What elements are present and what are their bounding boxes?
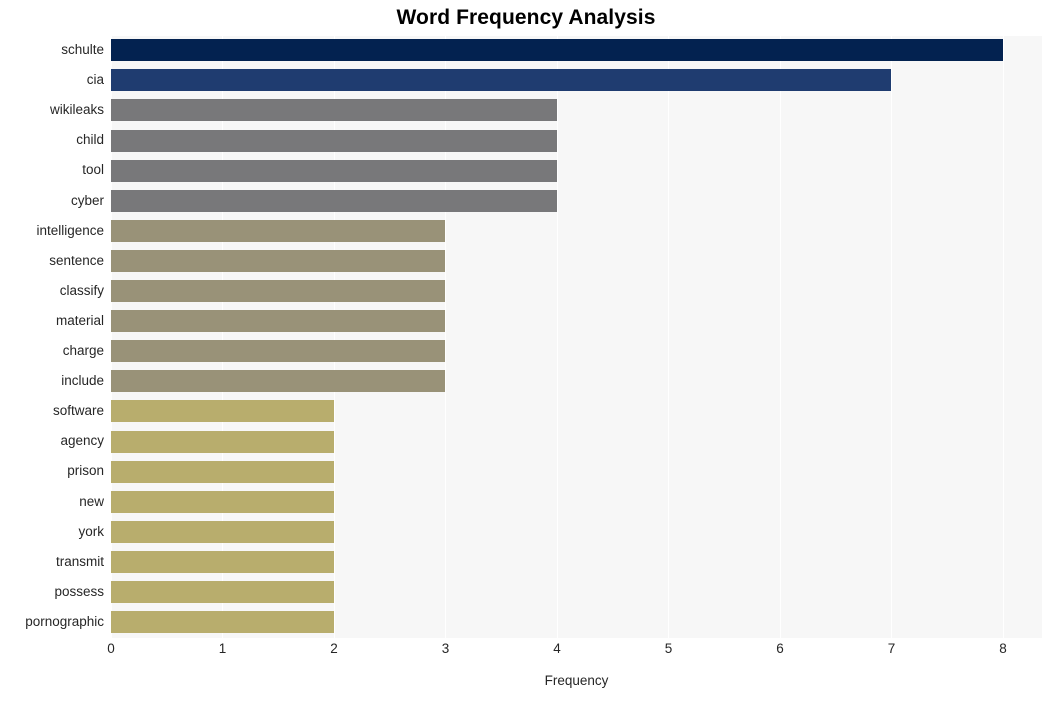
y-tick-label-software: software bbox=[52, 403, 104, 419]
y-tick-label-sentence: sentence bbox=[49, 252, 104, 268]
y-tick-label-schulte: schulte bbox=[61, 42, 104, 57]
y-tick-label-pornographic: pornographic bbox=[25, 613, 104, 629]
x-axis-title: Frequency bbox=[544, 673, 609, 688]
x-tick-label-7: 7 bbox=[887, 641, 896, 656]
y-tick-label-cia: cia bbox=[86, 72, 104, 88]
bar-york bbox=[111, 520, 334, 543]
bar-transmit bbox=[111, 550, 334, 573]
bar-row bbox=[111, 187, 1042, 216]
y-tick-label-tool: tool bbox=[82, 162, 104, 178]
bar-row bbox=[111, 36, 1042, 65]
y-tick-label-intelligence: intelligence bbox=[36, 222, 104, 238]
bar-row bbox=[111, 608, 1042, 637]
y-tick-label-prison: prison bbox=[67, 463, 104, 479]
bar-row bbox=[111, 217, 1042, 246]
chart-title: Word Frequency Analysis bbox=[396, 6, 656, 29]
bar-intelligence bbox=[111, 219, 446, 242]
bar-row bbox=[111, 367, 1042, 396]
bar-charge bbox=[111, 340, 446, 363]
bar-schulte bbox=[111, 39, 1003, 62]
y-tick-label-charge: charge bbox=[62, 343, 104, 358]
y-tick-label-agency: agency bbox=[60, 433, 104, 449]
bar-new bbox=[111, 490, 334, 513]
bar-tool bbox=[111, 159, 557, 182]
bar-cia bbox=[111, 69, 892, 92]
y-tick-label-child: child bbox=[76, 132, 104, 148]
word-frequency-bar-chart: Word Frequency Analysis schulte cia wikile… bbox=[0, 0, 1052, 701]
bar-row bbox=[111, 96, 1042, 125]
x-tick-label-3: 3 bbox=[441, 641, 450, 656]
bar-row bbox=[111, 427, 1042, 456]
bar-row bbox=[111, 277, 1042, 306]
x-axis-tick-labels: 0 1 2 3 4 5 6 7 8 bbox=[107, 641, 1042, 663]
y-tick-label-cyber: cyber bbox=[70, 192, 104, 208]
y-axis-tick-labels: schulte cia wikileaks child tool cyber intelli… bbox=[0, 36, 104, 638]
x-tick-label-0: 0 bbox=[107, 641, 115, 656]
y-tick-label-classify: classify bbox=[59, 282, 104, 298]
bar-row bbox=[111, 457, 1042, 486]
y-tick-label-new: new bbox=[79, 493, 104, 509]
bar-child bbox=[111, 129, 557, 152]
y-tick-label-include: include bbox=[61, 373, 104, 389]
bar-row bbox=[111, 397, 1042, 426]
bar-possess bbox=[111, 581, 334, 604]
bar-row bbox=[111, 337, 1042, 366]
bar-row bbox=[111, 307, 1042, 336]
y-tick-label-material: material bbox=[55, 312, 104, 328]
bar-row bbox=[111, 548, 1042, 577]
bar-classify bbox=[111, 280, 446, 303]
x-tick-label-5: 5 bbox=[664, 641, 673, 656]
bar-row bbox=[111, 247, 1042, 276]
bar-cyber bbox=[111, 189, 557, 212]
bar-prison bbox=[111, 460, 334, 483]
bar-pornographic bbox=[111, 611, 334, 634]
x-tick-label-4: 4 bbox=[553, 641, 561, 656]
x-tick-label-8: 8 bbox=[999, 641, 1007, 656]
bar-software bbox=[111, 400, 334, 423]
bar-agency bbox=[111, 430, 334, 453]
bar-row bbox=[111, 126, 1042, 155]
x-tick-label-2: 2 bbox=[330, 641, 338, 656]
bar-row bbox=[111, 66, 1042, 95]
y-tick-label-wikileaks: wikileaks bbox=[49, 102, 104, 118]
x-tick-label-1: 1 bbox=[218, 641, 227, 656]
bar-sentence bbox=[111, 249, 446, 272]
bar-material bbox=[111, 310, 446, 333]
bar-row bbox=[111, 156, 1042, 185]
bar-include bbox=[111, 370, 446, 393]
x-tick-label-6: 6 bbox=[776, 641, 784, 656]
y-tick-label-transmit: transmit bbox=[55, 553, 104, 569]
bar-wikileaks bbox=[111, 99, 557, 122]
y-tick-label-york: york bbox=[78, 523, 104, 539]
bar-row bbox=[111, 518, 1042, 547]
bar-row bbox=[111, 578, 1042, 607]
bar-row bbox=[111, 488, 1042, 517]
y-tick-label-possess: possess bbox=[54, 583, 104, 599]
plot-area bbox=[111, 36, 1042, 638]
